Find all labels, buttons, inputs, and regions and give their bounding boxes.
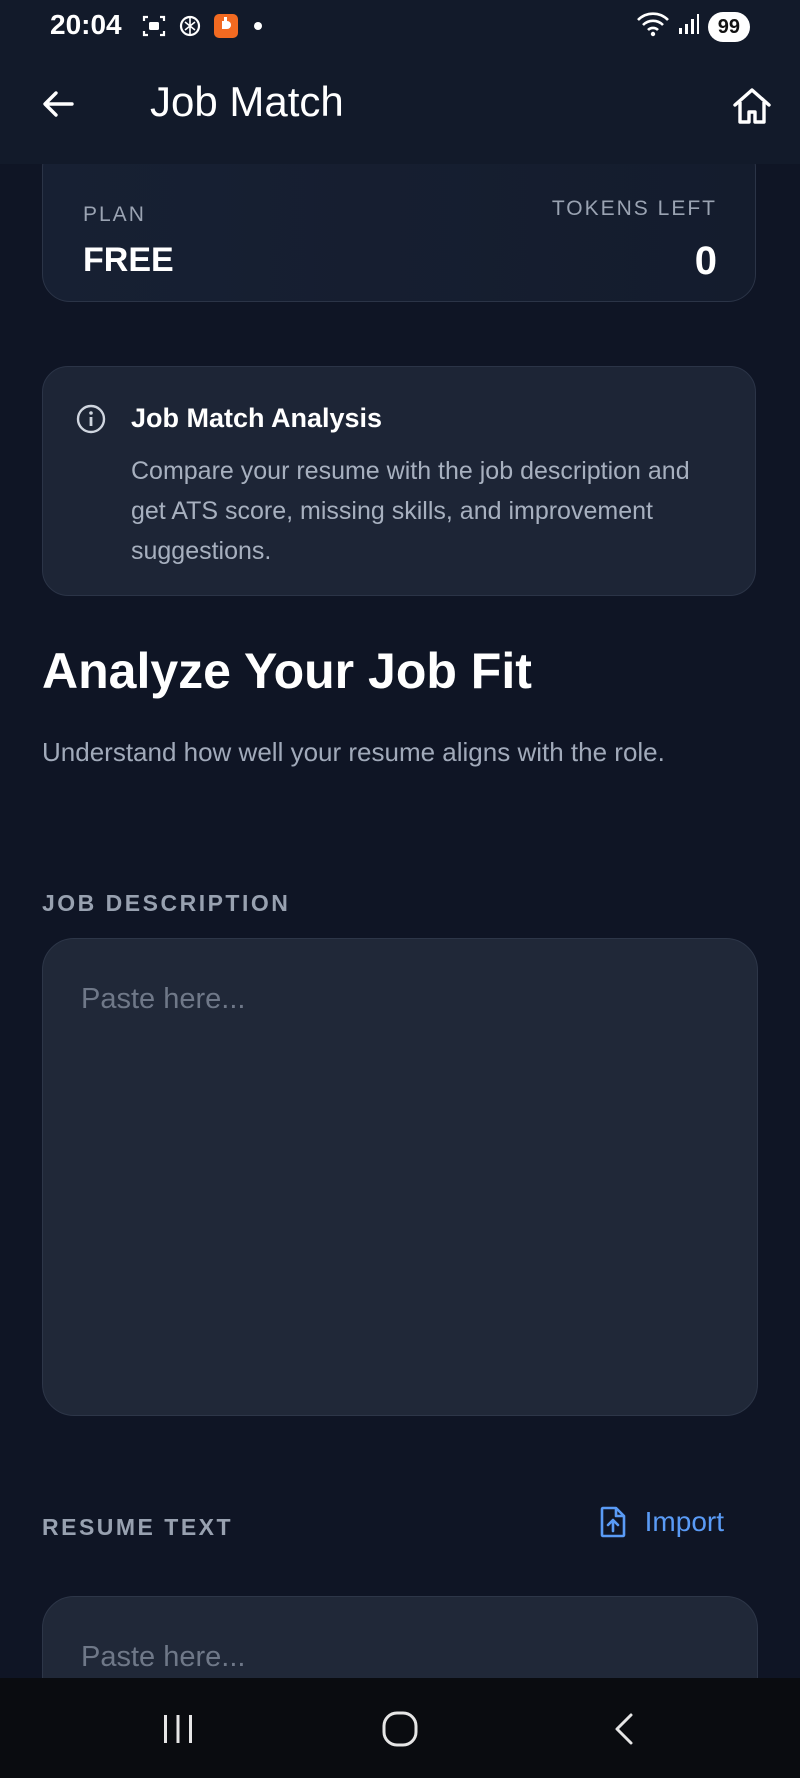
home-circle-icon	[382, 1711, 418, 1747]
system-nav-bar	[0, 1678, 800, 1778]
info-text: Compare your resume with the job descrip…	[131, 457, 690, 565]
file-upload-icon	[600, 1506, 625, 1538]
signal-icon	[678, 12, 700, 41]
resume-text-placeholder: Paste here...	[81, 1641, 246, 1673]
section-title: Analyze Your Job Fit	[42, 643, 532, 699]
info-icon	[76, 404, 106, 434]
resume-text-label: RESUME TEXT	[42, 1514, 234, 1540]
info-title: Job Match Analysis	[131, 403, 383, 433]
openai-icon	[176, 12, 204, 40]
import-label: Import	[644, 1506, 724, 1537]
job-description-placeholder: Paste here...	[81, 983, 246, 1015]
job-description-label: JOB DESCRIPTION	[42, 890, 291, 916]
plan-card: PLAN FREE TOKENS LEFT 0	[42, 164, 756, 302]
back-button[interactable]	[36, 82, 80, 126]
status-icons-left	[140, 12, 262, 40]
app-bar: Job Match	[0, 52, 800, 164]
page-title: Job Match	[150, 78, 344, 125]
recents-icon	[164, 1715, 192, 1743]
system-home-button[interactable]	[370, 1706, 430, 1752]
system-back-button[interactable]	[595, 1706, 655, 1752]
home-button[interactable]	[728, 82, 776, 130]
screenshot-icon	[140, 12, 168, 40]
job-description-input[interactable]: Paste here...	[42, 938, 758, 1416]
import-button[interactable]: Import	[599, 1506, 724, 1538]
arrow-left-icon	[43, 91, 74, 117]
notification-dot	[254, 22, 262, 30]
battery-level: 99	[707, 11, 750, 42]
main-content[interactable]: PLAN FREE TOKENS LEFT 0 Job Match Analys…	[0, 164, 800, 1678]
plan-value: FREE	[83, 241, 174, 279]
status-bar: 20:04 99	[0, 0, 800, 52]
status-icons-right: 99	[636, 10, 750, 43]
tokens-value: 0	[694, 239, 717, 283]
home-icon	[733, 88, 771, 124]
recents-button[interactable]	[148, 1706, 208, 1752]
info-card: Job Match Analysis Compare your resume w…	[42, 366, 756, 596]
plan-label: PLAN	[83, 203, 146, 226]
chevron-left-icon	[615, 1713, 633, 1745]
wifi-icon	[636, 10, 670, 43]
status-time: 20:04	[50, 9, 122, 40]
section-subtitle: Understand how well your resume aligns w…	[42, 737, 665, 767]
tokens-label: TOKENS LEFT	[551, 197, 717, 220]
resume-text-input[interactable]: Paste here...	[42, 1596, 758, 1678]
app-notification-icon	[212, 12, 240, 40]
